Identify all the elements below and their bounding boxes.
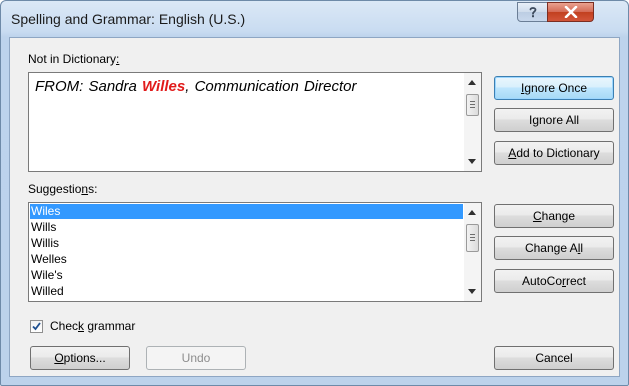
ignore-once-button[interactable]: Ignore Once [494,76,614,100]
checkmark-icon [32,322,41,331]
list-item[interactable]: Wile's [30,268,463,283]
change-button[interactable]: Change [494,204,614,228]
scroll-down-arrow-icon[interactable] [468,159,476,164]
textbox-scrollbar[interactable] [464,73,481,171]
scroll-up-arrow-icon[interactable] [468,80,476,85]
close-icon [564,6,577,18]
list-item[interactable]: Willed [30,284,463,299]
suggestions-label: Suggestions: [28,182,98,196]
list-item[interactable]: Wills [30,220,463,235]
not-in-dictionary-label: Not in Dictionary: [28,52,120,66]
close-button[interactable] [547,2,594,22]
list-item[interactable]: Welles [30,252,463,267]
options-button[interactable]: Options... [30,346,130,370]
ignore-all-button[interactable]: Ignore All [494,108,614,132]
list-item[interactable]: Willis [30,236,463,251]
title-bar[interactable]: Spelling and Grammar: English (U.S.) [1,1,628,37]
suggestions-scrollbar[interactable] [464,203,481,301]
help-button[interactable] [517,2,548,22]
scroll-down-arrow-icon[interactable] [468,289,476,294]
list-item[interactable]: Wiles [30,204,463,219]
scrollbar-thumb[interactable] [466,94,479,116]
sentence-text: FROM: Sandra Willes, Communication Direc… [35,78,357,95]
scrollbar-thumb[interactable] [466,224,479,252]
help-icon [529,7,536,18]
autocorrect-button[interactable]: AutoCorrect [494,269,614,293]
cancel-button[interactable]: Cancel [494,346,614,370]
misspelled-word: Willes [142,78,186,95]
dialog-window: Spelling and Grammar: English (U.S.) Not… [0,0,629,386]
check-grammar-label[interactable]: Check grammar [50,319,135,333]
undo-button: Undo [146,346,246,370]
dialog-body: Not in Dictionary: FROM: Sandra Willes, … [9,37,620,377]
not-in-dictionary-textbox[interactable]: FROM: Sandra Willes, Communication Direc… [28,72,482,172]
change-all-button[interactable]: Change All [494,236,614,260]
window-title: Spelling and Grammar: English (U.S.) [11,11,246,27]
suggestions-list[interactable]: Wiles Wills Willis Welles Wile's Willed [28,202,482,302]
check-grammar-checkbox[interactable] [30,320,43,333]
scroll-up-arrow-icon[interactable] [468,210,476,215]
add-to-dictionary-button[interactable]: Add to Dictionary [494,141,614,165]
